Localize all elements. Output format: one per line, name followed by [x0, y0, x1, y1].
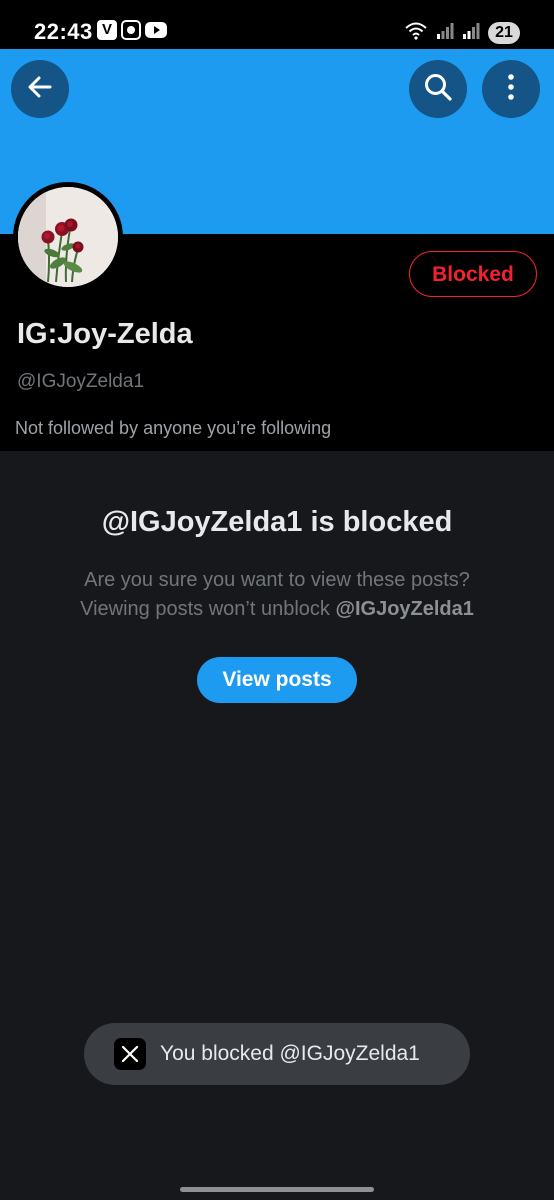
- x-logo-icon: [114, 1038, 146, 1070]
- battery-indicator: 21: [488, 21, 520, 44]
- youtube-icon: [145, 20, 167, 45]
- roses-avatar-image: [18, 187, 118, 287]
- back-button[interactable]: [11, 60, 69, 118]
- blocked-description-handle: @IGJoyZelda1: [335, 598, 474, 620]
- follow-info: Not followed by anyone you’re following: [15, 418, 332, 438]
- signal-icon: [436, 21, 454, 44]
- back-arrow-icon: [25, 72, 55, 107]
- profile-header: Blocked IG:Joy-Zelda @IGJoyZelda1 Not fo…: [0, 182, 554, 451]
- view-posts-button[interactable]: View posts: [197, 657, 357, 703]
- status-bar: 22:43 V 21: [0, 0, 554, 49]
- signal-icon: [462, 21, 480, 44]
- screen-record-icon: [121, 20, 141, 45]
- blocked-description-prefix: Viewing posts won’t unblock: [80, 598, 330, 620]
- more-vertical-icon: [506, 72, 516, 107]
- toast-text: You blocked @IGJoyZelda1: [160, 1042, 420, 1065]
- search-icon: [422, 71, 454, 108]
- blocked-title: @IGJoyZelda1 is blocked: [101, 506, 453, 538]
- blocked-description-line-2: Viewing posts won’t unblock @IGJoyZelda1: [0, 595, 554, 623]
- wifi-icon: [404, 20, 428, 45]
- display-name: IG:Joy-Zelda: [17, 318, 193, 350]
- v-app-icon: V: [97, 20, 117, 40]
- status-icons-left: V: [97, 20, 167, 45]
- status-icons-right: 21: [404, 20, 520, 45]
- blocked-button[interactable]: Blocked: [409, 251, 537, 297]
- search-button[interactable]: [409, 60, 467, 118]
- status-time: 22:43: [34, 19, 93, 44]
- avatar[interactable]: [13, 182, 123, 292]
- more-options-button[interactable]: [482, 60, 540, 118]
- home-gesture-bar[interactable]: [180, 1187, 374, 1192]
- toast-notification: You blocked @IGJoyZelda1: [84, 1023, 470, 1085]
- profile-screen: 22:43 V 21 Blocked IG:Joy-Zelda @IGJoyZe…: [0, 0, 554, 1200]
- user-handle: @IGJoyZelda1: [17, 371, 145, 392]
- blocked-description-line-1: Are you sure you want to view these post…: [84, 569, 470, 591]
